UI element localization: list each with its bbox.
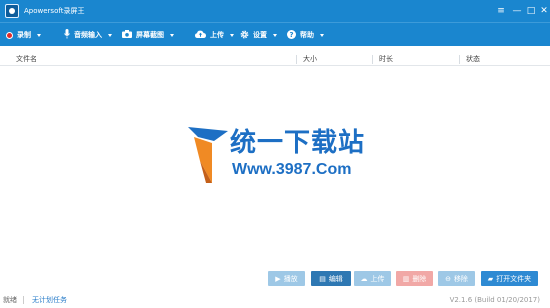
help-button[interactable]: ? 帮助 [287, 23, 324, 47]
app-title: Apowersoft录屏王 [24, 7, 85, 15]
upload-menu-button[interactable]: 上传 [195, 23, 234, 47]
action-bar: ▶ 播放 ▤ 编辑 ☁ 上传 ▥ 删除 ⊖ 移除 ▰ 打开文件夹 [0, 270, 550, 288]
settings-label: 设置 [253, 31, 267, 39]
maximize-button[interactable]: □ [524, 4, 538, 18]
microphone-icon [64, 29, 70, 41]
delete-button[interactable]: ▥ 删除 [396, 271, 433, 286]
main-toolbar: 录制 音频输入 屏幕截图 上传 设置 ? 帮助 [0, 22, 550, 46]
column-header-size[interactable]: 大小 [303, 55, 317, 64]
column-divider[interactable] [296, 55, 297, 64]
chevron-down-icon [230, 33, 234, 37]
edit-icon: ▤ [319, 274, 326, 283]
help-icon: ? [287, 29, 296, 41]
camera-icon [122, 30, 132, 40]
version-label: V2.1.6 (Build 01/20/2017) [449, 296, 540, 304]
status-text: 就绪 [3, 296, 17, 304]
upload-button[interactable]: ☁ 上传 [354, 271, 391, 286]
column-header-filename[interactable]: 文件名 [16, 55, 37, 64]
play-icon: ▶ [275, 274, 281, 283]
chevron-down-icon [170, 33, 174, 37]
settings-button[interactable]: 设置 [240, 23, 277, 47]
watermark-url: Www.3987.Com [232, 161, 352, 178]
folder-icon: ▰ [487, 274, 494, 283]
help-label: 帮助 [300, 31, 314, 39]
upload-menu-label: 上传 [210, 31, 224, 39]
open-folder-button[interactable]: ▰ 打开文件夹 [481, 271, 538, 286]
app-logo-icon [5, 4, 19, 18]
delete-label: 删除 [412, 274, 427, 283]
remove-button[interactable]: ⊖ 移除 [438, 271, 475, 286]
column-header-duration[interactable]: 时长 [379, 55, 393, 64]
close-button[interactable]: ✕ [537, 4, 550, 18]
scheduled-task-link[interactable]: 无计划任务 [32, 295, 67, 305]
chevron-down-icon [320, 33, 324, 37]
cloud-upload-icon: ☁ [360, 274, 368, 283]
site-watermark: 统一下载站 Www.3987.Com [188, 125, 368, 187]
record-button[interactable]: 录制 [6, 23, 41, 47]
remove-icon: ⊖ [445, 274, 451, 283]
cloud-upload-icon [195, 30, 206, 40]
play-button[interactable]: ▶ 播放 [268, 271, 305, 286]
file-list-header: 文件名 大小 时长 状态 [0, 52, 550, 66]
column-divider[interactable] [372, 55, 373, 64]
menu-icon[interactable]: ≡ [494, 4, 508, 18]
status-bar: 就绪 无计划任务 V2.1.6 (Build 01/20/2017) [0, 293, 550, 307]
screenshot-button[interactable]: 屏幕截图 [122, 23, 174, 47]
status-divider [23, 296, 24, 304]
chevron-down-icon [273, 33, 277, 37]
play-label: 播放 [283, 274, 298, 283]
svg-text:?: ? [289, 31, 293, 39]
chevron-down-icon [37, 33, 41, 37]
remove-label: 移除 [453, 274, 468, 283]
trash-icon: ▥ [402, 274, 410, 283]
edit-button[interactable]: ▤ 编辑 [311, 271, 351, 286]
audio-input-button[interactable]: 音频输入 [64, 23, 112, 47]
audio-input-label: 音频输入 [74, 31, 102, 39]
open-folder-label: 打开文件夹 [496, 274, 532, 283]
title-bar: Apowersoft录屏王 ≡ — □ ✕ [0, 0, 550, 22]
gear-icon [240, 30, 249, 41]
column-divider[interactable] [459, 55, 460, 64]
record-dot-icon [6, 31, 13, 39]
watermark-title: 统一下载站 [230, 128, 366, 158]
watermark-logo-icon [188, 127, 228, 183]
minimize-button[interactable]: — [510, 4, 524, 18]
upload-label: 上传 [370, 274, 385, 283]
screenshot-label: 屏幕截图 [136, 31, 164, 39]
chevron-down-icon [108, 33, 112, 37]
edit-label: 编辑 [328, 274, 343, 283]
column-header-status[interactable]: 状态 [466, 55, 480, 64]
record-label: 录制 [17, 31, 31, 39]
